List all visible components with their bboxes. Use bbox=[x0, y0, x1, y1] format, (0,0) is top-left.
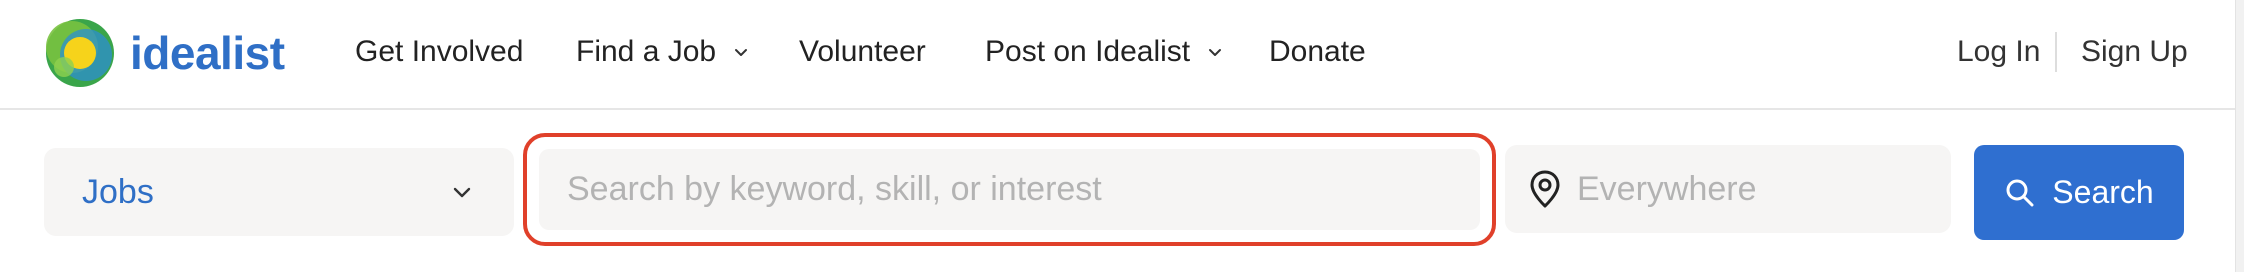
nav-volunteer[interactable]: Volunteer bbox=[799, 0, 926, 104]
sign-up-label: Sign Up bbox=[2081, 35, 2188, 68]
page: idealist Get Involved Find a Job Volunte… bbox=[0, 0, 2244, 272]
keyword-search-input[interactable] bbox=[539, 149, 1480, 230]
brand-name: idealist bbox=[130, 27, 285, 79]
log-in-link[interactable]: Log In bbox=[1957, 0, 2040, 104]
location-input[interactable] bbox=[1577, 145, 1937, 233]
top-navigation-bar: idealist Get Involved Find a Job Volunte… bbox=[0, 0, 2244, 110]
chevron-down-icon bbox=[1209, 49, 1222, 56]
chevron-down-icon bbox=[735, 49, 748, 56]
nav-volunteer-label: Volunteer bbox=[799, 35, 926, 68]
nav-donate-label: Donate bbox=[1269, 35, 1366, 68]
keyword-search-highlight bbox=[523, 133, 1496, 246]
location-field[interactable] bbox=[1505, 145, 1951, 233]
search-icon bbox=[2006, 179, 2034, 206]
location-pin-icon bbox=[1530, 170, 1560, 208]
nav-get-involved[interactable]: Get Involved bbox=[355, 0, 523, 104]
nav-find-a-job-label: Find a Job bbox=[576, 35, 717, 68]
chevron-down-icon bbox=[453, 187, 471, 198]
search-type-selected: Jobs bbox=[82, 172, 154, 211]
idealist-logo-mark bbox=[46, 19, 114, 87]
idealist-logo[interactable]: idealist bbox=[42, 15, 285, 91]
nav-get-involved-label: Get Involved bbox=[355, 35, 524, 68]
nav-donate[interactable]: Donate bbox=[1269, 0, 1366, 104]
sign-up-link[interactable]: Sign Up bbox=[2081, 0, 2188, 104]
search-button[interactable]: Search bbox=[1974, 145, 2184, 240]
nav-post-on-idealist-label: Post on Idealist bbox=[985, 35, 1191, 68]
nav-post-on-idealist[interactable]: Post on Idealist bbox=[985, 0, 1224, 104]
search-type-select[interactable]: Jobs bbox=[44, 148, 514, 236]
search-button-label: Search bbox=[2052, 174, 2154, 210]
log-in-label: Log In bbox=[1957, 35, 2041, 68]
nav-divider bbox=[2055, 32, 2057, 72]
page-scrollbar[interactable] bbox=[2235, 0, 2244, 272]
nav-find-a-job[interactable]: Find a Job bbox=[576, 0, 750, 104]
